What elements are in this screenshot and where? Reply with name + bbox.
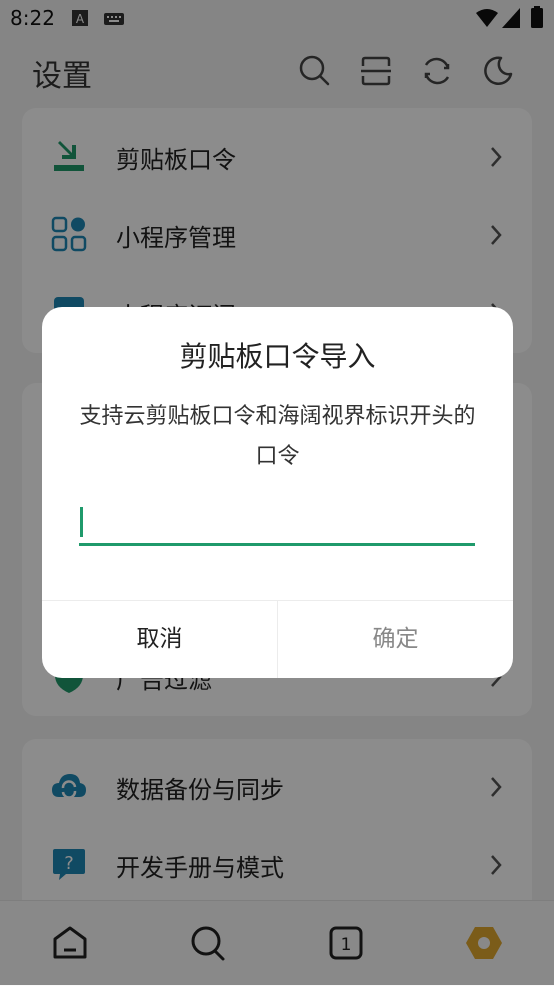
clipboard-import-dialog: 剪贴板口令导入 支持云剪贴板口令和海阔视界标识开头的口令 取消 确定 xyxy=(42,307,513,678)
text-cursor xyxy=(80,507,83,537)
clipboard-token-input[interactable] xyxy=(79,503,475,546)
dialog-title: 剪贴板口令导入 xyxy=(179,340,376,373)
dialog-message: 支持云剪贴板口令和海阔视界标识开头的口令 xyxy=(79,404,476,469)
confirm-button[interactable]: 确定 xyxy=(278,601,513,678)
cancel-button[interactable]: 取消 xyxy=(42,601,277,678)
